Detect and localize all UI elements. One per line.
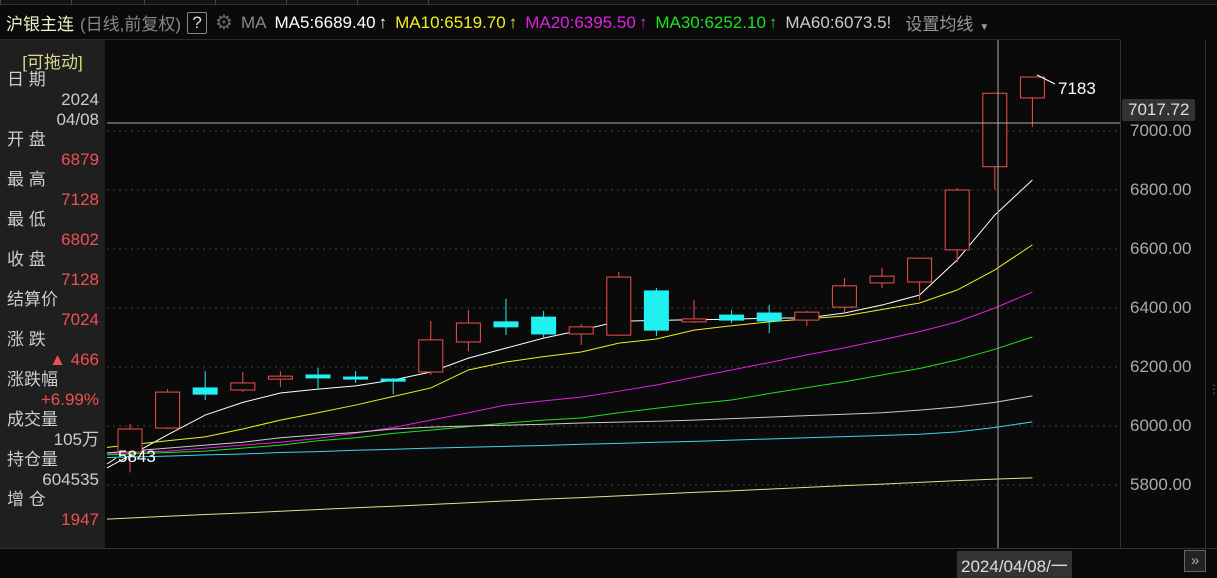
scroll-right-button[interactable]: » [1184, 550, 1206, 572]
candle-body [794, 311, 820, 321]
y-tick-label: 6600.00 [1130, 239, 1192, 258]
candle-body [643, 290, 669, 331]
min-price-label: 5843 [118, 447, 156, 466]
candle-body [606, 276, 632, 336]
candle-body [831, 285, 857, 308]
candle-body [230, 382, 256, 391]
candle-body [681, 318, 707, 323]
candle-body [907, 257, 933, 283]
ma-line-ma5 [106, 179, 1033, 469]
y-tick-label: 7000.00 [1130, 121, 1192, 140]
candle-body [380, 378, 406, 382]
min-pointer [106, 457, 117, 465]
y-tick-label: 6400.00 [1130, 298, 1192, 317]
crosshair-date-label: 2024/04/08/一 [957, 551, 1072, 578]
candlestick-chart[interactable]: 7183 5843 [0, 0, 1217, 578]
ma-line-ma30 [106, 336, 1033, 456]
ma-line-ma250 [106, 477, 1033, 520]
candle-body [869, 275, 895, 284]
candle-body [343, 376, 369, 380]
candle-body [418, 339, 444, 373]
candle-body [531, 316, 557, 335]
candle-body [756, 312, 782, 322]
candle-body [982, 92, 1008, 168]
grip-handle-icon[interactable]: ⋮ [1208, 382, 1217, 396]
candle-body [455, 322, 481, 343]
candle-body [155, 391, 181, 429]
candle-body [493, 321, 519, 328]
candle-body [192, 387, 218, 395]
candle-body [568, 326, 594, 335]
candle-body [305, 374, 331, 379]
time-axis-bar: 2024/04/08/一 » [0, 548, 1217, 578]
candle-body [944, 189, 970, 251]
y-tick-label: 6800.00 [1130, 180, 1192, 199]
max-price-label: 7183 [1058, 79, 1096, 98]
crosshair-price-label: 7017.72 [1122, 99, 1196, 121]
candle-body [719, 314, 745, 321]
right-scroll-bar[interactable] [1205, 40, 1217, 548]
y-tick-label: 5800.00 [1130, 475, 1192, 494]
ma-line-ma120 [106, 421, 1033, 459]
candle-body [267, 375, 293, 380]
candle-body [1019, 76, 1045, 99]
y-tick-label: 6200.00 [1130, 357, 1192, 376]
ma-line-ma10 [106, 244, 1033, 448]
y-tick-label: 6000.00 [1130, 416, 1192, 435]
